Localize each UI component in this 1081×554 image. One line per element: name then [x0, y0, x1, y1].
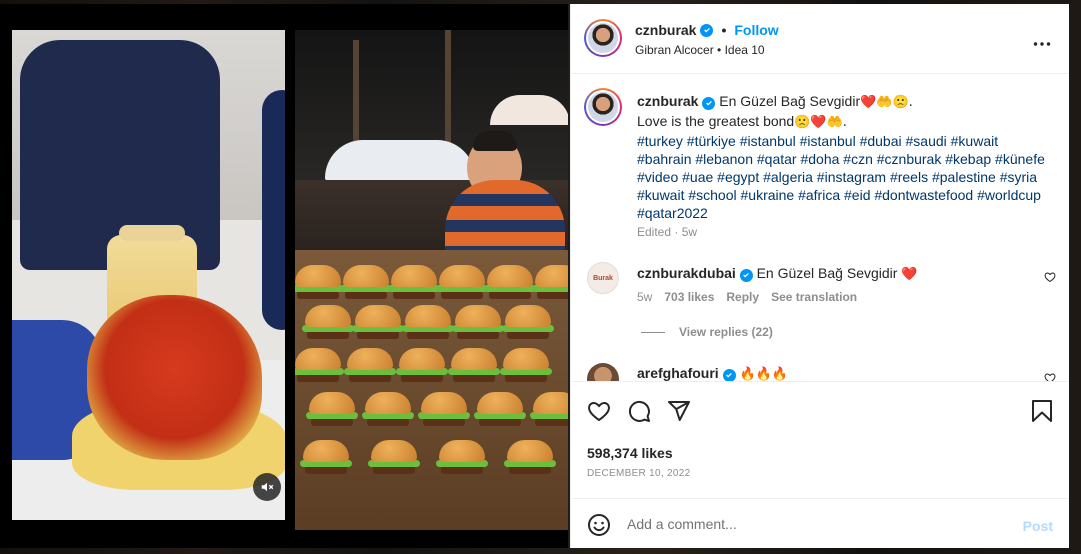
comment-emoji: ❤️ [901, 267, 918, 282]
comment-like-button[interactable] [1044, 371, 1056, 381]
post-actions: 598,374 likes DECEMBER 10, 2022 [571, 381, 1069, 491]
caption-line-1-emoji: ❤️🤲🙁. [860, 95, 913, 110]
burger [500, 348, 552, 384]
verified-badge-icon [739, 268, 753, 282]
comment-text: cznburakdubai En Güzel Bağ Sevgidir ❤️ [637, 265, 918, 282]
comment-like-button[interactable] [1044, 270, 1056, 288]
comment-emoji: 🔥🔥🔥 [739, 367, 789, 381]
comment-meta: 5w 703 likes Reply See translation [637, 290, 857, 304]
comment-body: En Güzel Bağ Sevgidir [756, 265, 898, 281]
replies-divider [641, 331, 665, 333]
comment-button[interactable] [627, 399, 651, 428]
verified-badge-icon [702, 96, 716, 110]
burger [448, 348, 500, 384]
burger [504, 440, 556, 476]
comment-icon [628, 400, 650, 422]
comment-reply-button[interactable]: Reply [726, 290, 759, 304]
more-options-button[interactable] [1033, 34, 1051, 52]
view-replies-label: View replies (22) [679, 325, 773, 339]
comment-age[interactable]: 5w [637, 290, 652, 304]
umbrella [490, 95, 568, 125]
share-icon [668, 401, 690, 421]
burger [436, 440, 488, 476]
caption-line-1: En Güzel Bağ Sevgidir [719, 93, 861, 109]
burger [418, 392, 470, 428]
post-date[interactable]: DECEMBER 10, 2022 [587, 468, 690, 479]
comments-section[interactable]: cznburak En Güzel Bağ Sevgidir❤️🤲🙁. Love… [571, 75, 1069, 381]
burger [502, 305, 554, 341]
burger [452, 305, 504, 341]
burger [474, 392, 526, 428]
burger [402, 305, 454, 341]
caption-line-2-emoji: 🙁❤️🤲. [794, 115, 847, 130]
verified-badge-icon [722, 368, 736, 381]
heart-icon [1044, 373, 1056, 381]
burger [484, 265, 536, 301]
separator-dot: • [721, 22, 727, 38]
palm-tree [445, 30, 451, 150]
follow-button[interactable]: Follow [734, 22, 778, 38]
post-media[interactable] [0, 4, 568, 548]
caption-author-avatar[interactable] [584, 88, 622, 126]
burger [396, 348, 448, 384]
more-options-icon [1033, 42, 1051, 46]
caption-username[interactable]: cznburak [637, 93, 698, 109]
video-frame-left [12, 30, 285, 520]
bookmark-icon [1032, 400, 1052, 422]
burger [302, 305, 354, 341]
caption-line-2: Love is the greatest bond [637, 113, 795, 129]
commenter-username[interactable]: arefghafouri [637, 365, 719, 381]
burger [352, 305, 404, 341]
like-button[interactable] [587, 399, 611, 428]
burger [530, 392, 568, 428]
heart-icon [588, 401, 610, 422]
emoji-icon [588, 514, 610, 536]
burger [340, 265, 392, 301]
caption-hashtags[interactable]: #turkey #türkiye #istanbul #istanbul #du… [637, 133, 1045, 221]
burger [300, 440, 352, 476]
heart-icon [1044, 272, 1056, 283]
burger [532, 265, 568, 301]
comment-translate-button[interactable]: See translation [771, 290, 857, 304]
commenter-username[interactable]: cznburakdubai [637, 265, 736, 281]
audio-subtitle[interactable]: Gibran Alcocer • Idea 10 [635, 43, 765, 57]
post-comment-button[interactable]: Post [1023, 518, 1053, 534]
burger [306, 392, 358, 428]
verified-badge-icon [700, 23, 714, 37]
muted-speaker-icon [261, 482, 274, 492]
mute-toggle-left[interactable] [253, 473, 281, 501]
commenter-avatar[interactable]: Burak [587, 262, 619, 294]
caption-edited-time: Edited · 5w [637, 225, 698, 239]
burger [436, 265, 488, 301]
person-arm [262, 90, 285, 330]
post-details-panel: cznburak • Follow Gibran Alcocer • Idea … [570, 4, 1069, 548]
author-line: cznburak • Follow [635, 22, 779, 38]
author-avatar[interactable] [584, 19, 622, 57]
share-button[interactable] [667, 399, 691, 428]
commenter-avatar[interactable] [587, 363, 619, 381]
burger [388, 265, 440, 301]
comment-text: arefghafouri 🔥🔥🔥 [637, 365, 788, 381]
emoji-picker-button[interactable] [587, 513, 611, 542]
likes-count[interactable]: 598,374 likes [587, 445, 673, 461]
post-header: cznburak • Follow Gibran Alcocer • Idea … [571, 4, 1069, 74]
burger [295, 265, 344, 301]
comment-composer: Post [571, 498, 1069, 548]
video-clip-left[interactable] [12, 4, 285, 548]
video-frame-right [295, 30, 568, 530]
post-caption: cznburak En Güzel Bağ Sevgidir❤️🤲🙁. Love… [637, 92, 1047, 222]
burger [344, 348, 396, 384]
burger [368, 440, 420, 476]
comment-likes[interactable]: 703 likes [664, 290, 714, 304]
food-dish [87, 295, 262, 460]
author-username[interactable]: cznburak [635, 22, 696, 38]
burger [362, 392, 414, 428]
comment-input[interactable] [627, 511, 1007, 537]
video-clip-right[interactable] [295, 4, 568, 548]
view-replies-button[interactable]: View replies (22) [641, 325, 773, 339]
umbrella [325, 140, 475, 180]
burger [295, 348, 344, 384]
save-button[interactable] [1031, 399, 1053, 428]
